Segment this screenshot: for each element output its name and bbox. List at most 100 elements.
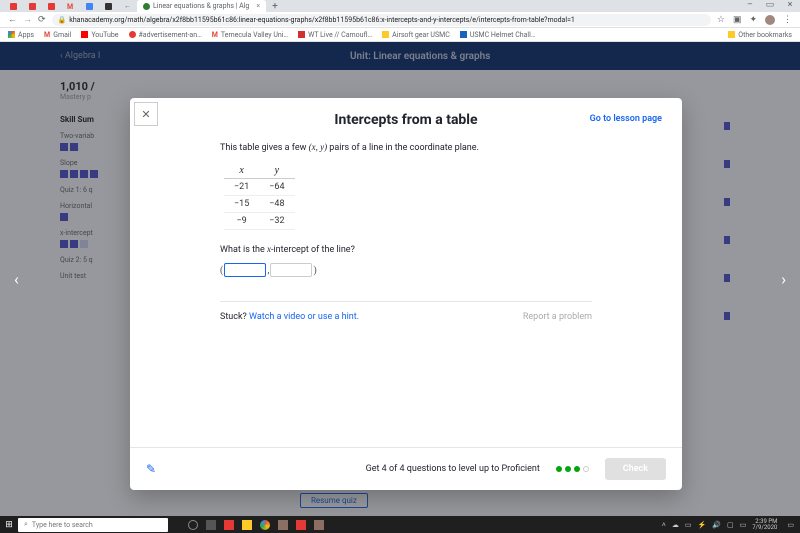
- question-text: What is the x-intercept of the line?: [220, 244, 592, 255]
- app-icon[interactable]: [224, 520, 234, 530]
- app-icon-2[interactable]: [278, 520, 288, 530]
- helmet-bookmark[interactable]: USMC Helmet Chall…: [460, 31, 536, 39]
- battery-icon[interactable]: ▢: [727, 521, 734, 529]
- progress-text: Get 4 of 4 questions to level up to Prof…: [366, 464, 540, 474]
- url-input[interactable]: 🔒 khanacademy.org/math/algebra/x2f8bb115…: [52, 14, 711, 26]
- stuck-text: Stuck? Watch a video or use a hint.: [220, 312, 359, 322]
- hint-link[interactable]: Watch a video or use a hint.: [249, 312, 359, 322]
- apps-bookmark[interactable]: Apps: [8, 31, 34, 39]
- tab-back[interactable]: ←: [118, 0, 137, 12]
- helmet-icon: [460, 31, 467, 38]
- start-button[interactable]: ⊞: [0, 520, 18, 530]
- url-text: khanacademy.org/math/algebra/x2f8bb11595…: [69, 16, 575, 24]
- exercise-modal: ✕ Intercepts from a table Go to lesson p…: [130, 98, 682, 490]
- extension-icon[interactable]: ✦: [749, 15, 757, 25]
- dot-done: [574, 466, 580, 472]
- tab-close-icon[interactable]: ×: [256, 2, 260, 10]
- profile-avatar[interactable]: [765, 15, 775, 25]
- taskbar-clock[interactable]: 2:39 PM 7/9/2020: [752, 519, 781, 531]
- onedrive-icon[interactable]: ☁: [672, 521, 679, 529]
- minimize-button[interactable]: –: [740, 0, 760, 12]
- back-icon: ←: [124, 2, 131, 10]
- prev-chevron-icon[interactable]: ‹: [4, 260, 29, 299]
- go-to-lesson-link[interactable]: Go to lesson page: [590, 114, 662, 124]
- answer-row: ( , ): [220, 263, 592, 277]
- modal-footer: ✎ Get 4 of 4 questions to level up to Pr…: [130, 447, 682, 490]
- search-icon: ⌕: [24, 520, 28, 529]
- favicon: [48, 3, 55, 10]
- lang-icon[interactable]: ▭: [740, 521, 747, 529]
- favicon: [29, 3, 36, 10]
- favicon: [10, 3, 17, 10]
- windows-taskbar: ⊞ ⌕ Type here to search ˄ ☁ ▭ ⚡ 🔊 ▢ ▭ 2:…: [0, 516, 800, 533]
- browser-tab-strip: M ← Linear equations & graphs | Alg × + …: [0, 0, 800, 12]
- gear-icon: [86, 3, 93, 10]
- apps-icon: [8, 31, 15, 38]
- airsoft-bookmark[interactable]: Airsoft gear USMC: [382, 31, 450, 39]
- x-answer-input[interactable]: [224, 263, 266, 277]
- app-icon-3[interactable]: [314, 520, 324, 530]
- folder-icon: [382, 31, 389, 38]
- divider: [220, 301, 592, 302]
- youtube-icon: [81, 31, 88, 38]
- search-placeholder: Type here to search: [32, 521, 93, 529]
- reload-icon[interactable]: ⟳: [38, 15, 46, 25]
- system-tray: ˄ ☁ ▭ ⚡ 🔊 ▢ ▭ 2:39 PM 7/9/2020 ▭: [662, 519, 800, 531]
- tray-chevron-icon[interactable]: ˄: [662, 521, 666, 529]
- new-tab-button[interactable]: +: [266, 1, 284, 12]
- prompt-text: This table gives a few (x, y) pairs of a…: [220, 142, 592, 153]
- folder-icon: [728, 31, 735, 38]
- gmail-bookmark[interactable]: MGmail: [44, 31, 71, 39]
- tab-note[interactable]: [99, 0, 118, 12]
- tab-title: Linear equations & graphs | Alg: [153, 2, 249, 10]
- close-window-button[interactable]: ×: [780, 0, 800, 12]
- menu-icon[interactable]: ⋮: [783, 15, 792, 25]
- magic-wand-icon[interactable]: ✎: [146, 462, 156, 476]
- y-answer-input[interactable]: [270, 263, 312, 277]
- tab-settings[interactable]: [80, 0, 99, 12]
- table-row: −15−48: [224, 196, 295, 213]
- khan-icon: [143, 3, 150, 10]
- col-x: x: [224, 163, 259, 179]
- bookmark-bar: Apps MGmail YouTube #advertisement-an… M…: [0, 28, 800, 42]
- network-icon[interactable]: ▭: [685, 521, 692, 529]
- xy-table: xy −21−64 −15−48 −9−32: [224, 163, 295, 230]
- col-y: y: [259, 163, 294, 179]
- nav-back-icon[interactable]: ←: [8, 14, 17, 25]
- maximize-button[interactable]: ▭: [760, 0, 780, 12]
- tab-active-khan[interactable]: Linear equations & graphs | Alg ×: [137, 0, 266, 12]
- wt-bookmark[interactable]: WT Live // Camoufl…: [298, 31, 372, 39]
- task-icons: [188, 520, 324, 530]
- notifications-icon[interactable]: ▭: [787, 521, 794, 529]
- tab-1[interactable]: [4, 0, 23, 12]
- tab-gmail[interactable]: M: [61, 0, 80, 12]
- chrome-icon[interactable]: [260, 520, 270, 530]
- sound-icon[interactable]: 🔊: [712, 521, 721, 529]
- modal-title: Intercepts from a table: [334, 112, 477, 128]
- next-chevron-icon[interactable]: ›: [771, 260, 796, 299]
- dot-done: [556, 466, 562, 472]
- stuck-row: Stuck? Watch a video or use a hint. Repo…: [220, 312, 592, 322]
- address-bar: ← → ⟳ 🔒 khanacademy.org/math/algebra/x2f…: [0, 12, 800, 28]
- taskview-icon[interactable]: [206, 520, 216, 530]
- open-paren: (: [220, 265, 223, 276]
- taskbar-search[interactable]: ⌕ Type here to search: [18, 518, 168, 532]
- tvu-bookmark[interactable]: MTemecula Valley Uni…: [212, 31, 288, 39]
- wifi-icon[interactable]: ⚡: [698, 521, 707, 529]
- youtube-bookmark[interactable]: YouTube: [81, 31, 118, 39]
- cortana-icon[interactable]: [188, 520, 198, 530]
- window-controls: – ▭ ×: [740, 0, 800, 12]
- tab-3[interactable]: [42, 0, 61, 12]
- explorer-icon[interactable]: [242, 520, 252, 530]
- adv-bookmark[interactable]: #advertisement-an…: [129, 31, 202, 39]
- other-bookmarks[interactable]: Other bookmarks: [728, 31, 792, 39]
- page-icon: [129, 31, 136, 38]
- note-icon: [105, 3, 112, 10]
- tab-2[interactable]: [23, 0, 42, 12]
- modal-body: This table gives a few (x, y) pairs of a…: [130, 136, 682, 447]
- bookmark-star-icon[interactable]: ☆: [717, 15, 725, 25]
- roblox-icon[interactable]: [296, 520, 306, 530]
- check-button[interactable]: Check: [605, 458, 666, 480]
- cast-icon[interactable]: ▣: [733, 15, 742, 25]
- report-problem-link[interactable]: Report a problem: [523, 312, 592, 322]
